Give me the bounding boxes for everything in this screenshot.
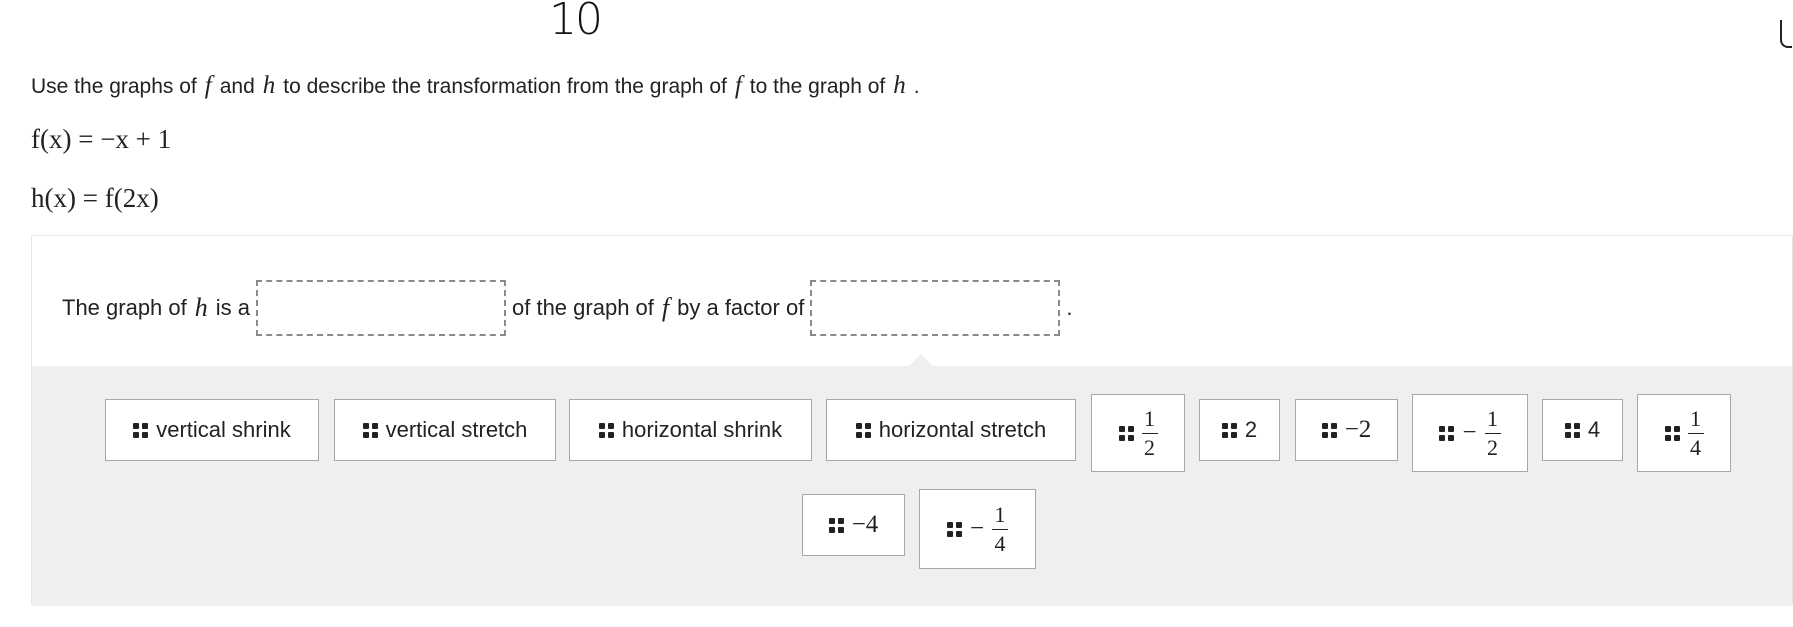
fraction-denominator: 4 [1690, 434, 1701, 460]
tile-label: −2 [1344, 416, 1372, 443]
drag-handle-icon [1564, 422, 1580, 438]
handwritten-mark: 10 [549, 0, 603, 45]
drag-handle-icon [1321, 422, 1337, 438]
fraction-bar [1687, 432, 1704, 434]
tile-four[interactable]: 4 [1542, 399, 1623, 461]
fraction-denominator: 2 [1144, 434, 1155, 460]
drag-handle-icon [1664, 425, 1680, 441]
drag-handle-icon [946, 521, 962, 537]
fraction-bar [1141, 432, 1158, 434]
fraction: 1 4 [1687, 406, 1704, 460]
sentence-text: of the graph of [512, 295, 654, 320]
tile-negative-one-quarter[interactable]: − 1 4 [919, 489, 1036, 569]
tile-label: −4 [851, 511, 879, 538]
drag-handle-icon [855, 422, 871, 438]
var-h: h [194, 293, 208, 322]
sentence-area: The graph of h is a of the graph of f by… [32, 236, 1792, 366]
var-f: f [661, 293, 670, 322]
tile-label: horizontal shrink [621, 417, 783, 442]
tile-negative-two[interactable]: −2 [1295, 399, 1398, 461]
answer-sentence: The graph of h is a of the graph of f by… [62, 280, 1072, 336]
tile-one-half[interactable]: 1 2 [1091, 394, 1185, 472]
tile-vertical-shrink[interactable]: vertical shrink [105, 399, 319, 461]
question-text: and [219, 75, 255, 98]
tile-one-quarter[interactable]: 1 4 [1637, 394, 1731, 472]
tile-horizontal-stretch[interactable]: horizontal stretch [826, 399, 1076, 461]
drag-handle-icon [133, 422, 149, 438]
answer-tile-tray: vertical shrink vertical stretch horizon… [32, 366, 1792, 606]
fraction-bar [1484, 432, 1501, 434]
fraction-numerator: 1 [994, 502, 1006, 528]
var-h: h [262, 72, 276, 99]
fraction-numerator: 1 [1487, 406, 1499, 432]
drag-handle-icon [1221, 422, 1237, 438]
sentence-text: by a factor of [677, 295, 805, 320]
var-h: h [893, 72, 906, 99]
question-text: to the graph of [749, 75, 886, 98]
tile-label: horizontal stretch [878, 417, 1047, 442]
fraction: 1 4 [992, 502, 1009, 556]
sentence-text: . [1066, 295, 1073, 320]
question-text: to describe the transformation from the … [283, 75, 727, 98]
equation-f: f(x) = −x + 1 [31, 124, 172, 154]
var-f: f [204, 72, 212, 99]
edge-mark [1780, 20, 1792, 48]
drag-handle-icon [598, 422, 614, 438]
transformation-drop-target[interactable] [256, 280, 506, 336]
factor-drop-target[interactable] [810, 280, 1061, 336]
drag-handle-icon [362, 422, 378, 438]
negative-sign: − [1462, 419, 1477, 446]
var-f: f [734, 72, 742, 99]
tile-label: 2 [1244, 417, 1258, 442]
question-text: . [913, 75, 920, 98]
tile-label: 4 [1587, 417, 1601, 442]
fraction-numerator: 1 [1690, 406, 1701, 432]
drag-handle-icon [1439, 425, 1455, 441]
tile-label: vertical stretch [385, 417, 528, 442]
question-text: Use the graphs of [31, 75, 197, 98]
drag-handle-icon [828, 517, 844, 533]
answer-panel: The graph of h is a of the graph of f by… [31, 235, 1793, 606]
tile-negative-one-half[interactable]: − 1 2 [1412, 394, 1528, 472]
fraction: 1 2 [1484, 406, 1501, 460]
tile-negative-four[interactable]: −4 [802, 494, 905, 556]
fraction-numerator: 1 [1144, 406, 1155, 432]
drag-handle-icon [1118, 425, 1134, 441]
tile-label: vertical shrink [156, 417, 291, 442]
question-prompt: Use the graphs of f and h to describe the tr… [31, 72, 920, 100]
fraction: 1 2 [1141, 406, 1158, 460]
tile-two[interactable]: 2 [1199, 399, 1280, 461]
tile-vertical-stretch[interactable]: vertical stretch [334, 399, 556, 461]
negative-sign: − [969, 515, 985, 542]
equation-h: h(x) = f(2x) [31, 183, 159, 213]
fraction-bar [992, 528, 1009, 530]
tile-horizontal-shrink[interactable]: horizontal shrink [569, 399, 812, 461]
sentence-text: The graph of [62, 295, 187, 320]
fraction-denominator: 2 [1487, 434, 1499, 460]
fraction-denominator: 4 [994, 530, 1006, 556]
sentence-text: is a [215, 295, 250, 320]
